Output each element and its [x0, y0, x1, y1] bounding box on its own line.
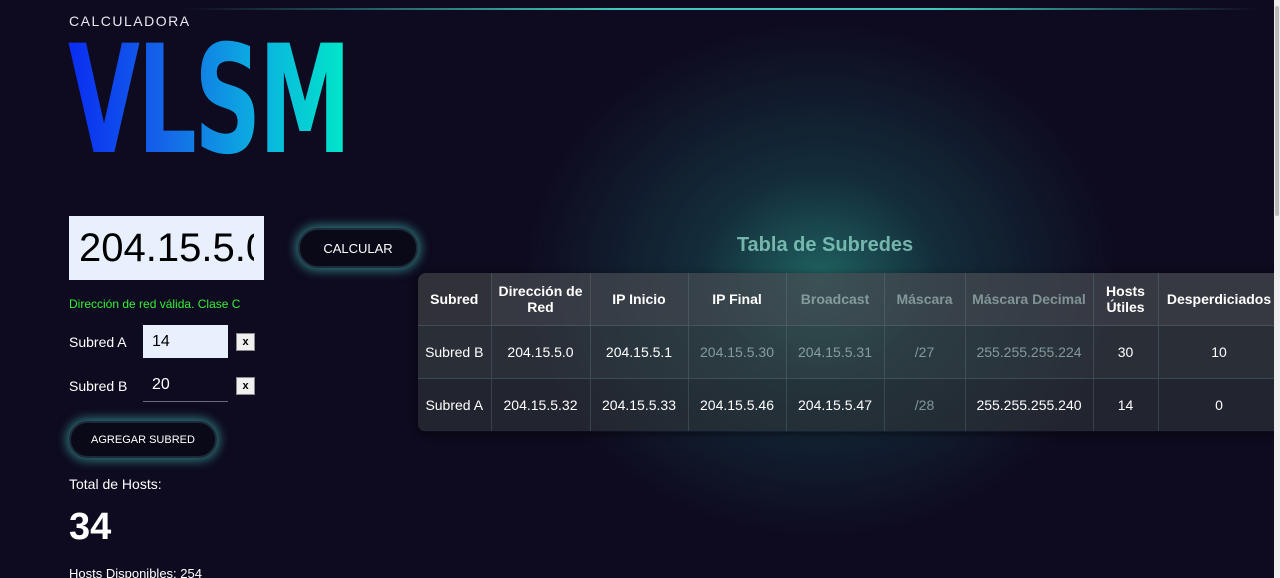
- top-accent-line: [180, 8, 1260, 10]
- app-logo: VLSM: [68, 14, 351, 188]
- cell-mask: /27: [884, 325, 966, 379]
- total-hosts-label: Total de Hosts:: [69, 476, 162, 492]
- total-hosts-value: 34: [69, 506, 112, 548]
- subnet-b-hosts-input[interactable]: [143, 369, 228, 402]
- cell-last-ip: 204.15.5.46: [688, 378, 787, 431]
- cell-decimal-mask: 255.255.255.240: [965, 378, 1094, 431]
- header-broadcast: Broadcast: [786, 273, 885, 326]
- remove-subnet-a-button[interactable]: x: [236, 333, 255, 351]
- header-wasted: Desperdiciados: [1158, 273, 1280, 326]
- page-scrollbar[interactable]: [1274, 0, 1280, 578]
- header-last-ip: IP Final: [688, 273, 787, 326]
- cell-subnet: Subred B: [418, 325, 492, 379]
- cell-subnet: Subred A: [418, 378, 492, 431]
- cell-mask: /28: [884, 378, 966, 431]
- ip-address-input[interactable]: [69, 216, 264, 280]
- header-mask: Máscara: [884, 273, 966, 326]
- cell-broadcast: 204.15.5.47: [786, 378, 885, 431]
- available-hosts: Hosts Disponibles: 254: [69, 566, 202, 578]
- subnet-table: Subred Dirección de Red IP Inicio IP Fin…: [418, 273, 1280, 431]
- scrollbar-thumb[interactable]: [1275, 6, 1279, 216]
- table-row: Subred B 204.15.5.0 204.15.5.1 204.15.5.…: [418, 325, 1280, 379]
- subnet-a-hosts-input[interactable]: [143, 325, 228, 358]
- remove-subnet-b-button[interactable]: x: [236, 377, 255, 395]
- calculate-button[interactable]: CALCULAR: [298, 228, 418, 268]
- cell-network-address: 204.15.5.0: [491, 325, 591, 379]
- table-row: Subred A 204.15.5.32 204.15.5.33 204.15.…: [418, 378, 1280, 431]
- header-first-ip: IP Inicio: [590, 273, 689, 326]
- cell-first-ip: 204.15.5.1: [590, 325, 689, 379]
- validation-message: Dirección de red válida. Clase C: [69, 297, 241, 311]
- header-subnet: Subred: [418, 273, 492, 326]
- cell-broadcast: 204.15.5.31: [786, 325, 885, 379]
- add-subnet-button[interactable]: AGREGAR SUBRED: [69, 421, 217, 458]
- subnet-label-a: Subred A: [69, 334, 127, 350]
- subnet-label-b: Subred B: [69, 378, 128, 394]
- cell-wasted: 0: [1158, 378, 1280, 431]
- cell-usable-hosts: 14: [1093, 378, 1159, 431]
- header-usable-hosts: Hosts Útiles: [1093, 273, 1159, 326]
- subnet-table-container: Subred Dirección de Red IP Inicio IP Fin…: [418, 273, 1280, 432]
- cell-decimal-mask: 255.255.255.224: [965, 325, 1094, 379]
- table-title: Tabla de Subredes: [736, 234, 914, 256]
- cell-network-address: 204.15.5.32: [491, 378, 591, 431]
- table-header-row: Subred Dirección de Red IP Inicio IP Fin…: [418, 273, 1280, 326]
- cell-first-ip: 204.15.5.33: [590, 378, 689, 431]
- cell-usable-hosts: 30: [1093, 325, 1159, 379]
- header-decimal-mask: Máscara Decimal: [965, 273, 1094, 326]
- header-network-address: Dirección de Red: [491, 273, 591, 326]
- cell-wasted: 10: [1158, 325, 1280, 379]
- cell-last-ip: 204.15.5.30: [688, 325, 787, 379]
